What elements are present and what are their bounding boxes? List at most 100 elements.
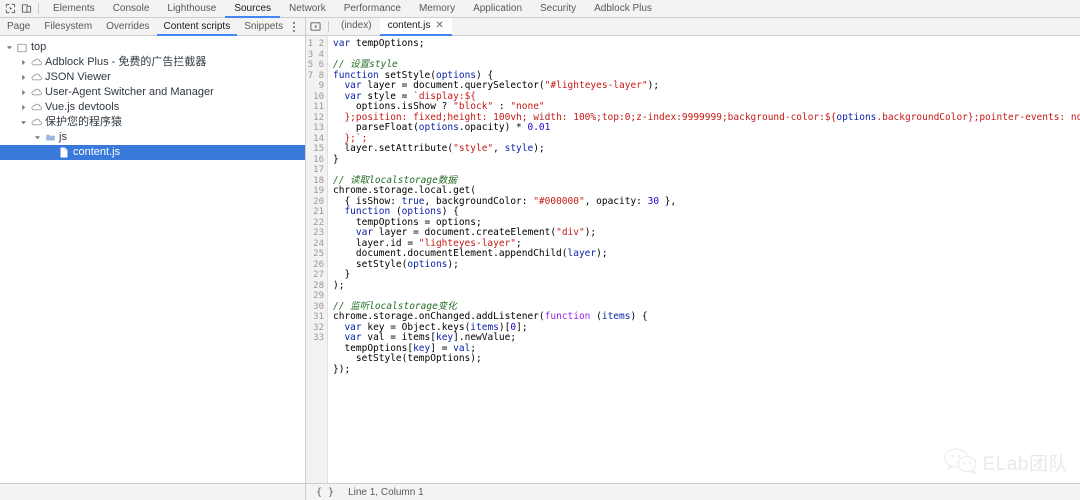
chevron-down-icon[interactable] <box>32 134 43 141</box>
code-line: function setStyle(options) { <box>333 70 493 81</box>
code-line: options.isShow ? "block" : "none" <box>333 101 545 112</box>
tree-item-[interactable]: 保护您的程序猿 <box>0 115 305 130</box>
code-token: 30 <box>647 195 660 207</box>
code-editor[interactable]: 1 2 3 4 5 6 7 8 9 10 11 12 13 14 15 16 1… <box>306 36 1080 483</box>
code-token: options <box>407 258 448 270</box>
tab-adblock-plus[interactable]: Adblock Plus <box>585 0 661 18</box>
code-token: options <box>418 122 459 133</box>
editor-tab-index-label: (index) <box>341 19 372 31</box>
tab-sources[interactable]: Sources <box>225 0 281 18</box>
tree-item-json-viewer[interactable]: JSON Viewer <box>0 70 305 85</box>
navigator-pane: Page Filesystem Overrides Content script… <box>0 18 306 483</box>
tab-lighthouse[interactable]: Lighthouse <box>158 0 225 18</box>
code-token: function <box>333 69 379 81</box>
code-line: { isShow: true, backgroundColor: "#00000… <box>333 196 676 207</box>
code-token: };`; <box>344 132 368 144</box>
more-options-icon[interactable] <box>289 21 299 33</box>
nav-tab-snippets[interactable]: Snippets <box>237 18 290 36</box>
code-line: } <box>333 269 350 280</box>
code-token: ); <box>533 143 545 154</box>
tab-network[interactable]: Network <box>280 0 335 18</box>
nav-tab-content-scripts[interactable]: Content scripts <box>156 18 238 36</box>
tree-item-content-js[interactable]: content.js <box>0 145 305 160</box>
code-token: tempOptions[ <box>333 342 414 354</box>
code-token: };position: fixed;height: 100vh; width: … <box>344 111 837 123</box>
code-line: layer.setAttribute("style", style); <box>333 143 545 154</box>
code-line: // 读取localstorage数据 <box>333 175 457 186</box>
close-icon[interactable]: ✕ <box>435 17 443 35</box>
code-line: } <box>333 154 339 165</box>
nav-tab-page[interactable]: Page <box>0 18 37 36</box>
tab-security[interactable]: Security <box>531 0 585 18</box>
code-line: };position: fixed;height: 100vh; width: … <box>333 112 1080 123</box>
code-token: ) { <box>441 206 459 217</box>
code-line: // 设置style <box>333 59 398 70</box>
tree-item-adblock-plus[interactable]: Adblock Plus - 免费的广告拦截器 <box>0 55 305 70</box>
code-token: // 监听localstorage变化 <box>333 300 457 312</box>
toolbar-divider <box>38 3 39 14</box>
tree-item-label: Vue.js devtools <box>45 101 120 113</box>
tab-application[interactable]: Application <box>464 0 531 18</box>
chevron-right-icon[interactable] <box>18 59 29 66</box>
code-token: key <box>413 342 431 354</box>
chevron-right-icon[interactable] <box>18 104 29 111</box>
code-token: style = <box>361 90 414 102</box>
code-token: "#000000" <box>533 195 585 207</box>
nav-tab-filesystem[interactable]: Filesystem <box>37 18 99 36</box>
code-token: items <box>470 321 499 333</box>
code-token: ; <box>470 342 477 354</box>
code-token: chrome.storage.local.get( <box>333 185 476 196</box>
chevron-down-icon[interactable] <box>18 119 29 126</box>
chevron-right-icon[interactable] <box>18 89 29 96</box>
code-token: options <box>401 206 442 217</box>
code-token: true <box>401 195 425 207</box>
code-line: var val = items[key].newValue; <box>333 332 516 343</box>
code-token: } <box>333 269 351 280</box>
code-token: ; <box>516 237 522 249</box>
file-icon <box>57 147 71 158</box>
editor-tab-index[interactable]: (index) <box>333 18 380 36</box>
tab-elements[interactable]: Elements <box>44 0 104 18</box>
code-token: function <box>544 311 591 322</box>
code-token: , backgroundColor: <box>424 195 534 207</box>
device-toolbar-icon[interactable] <box>19 1 34 16</box>
code-token: layer = document.createElement( <box>373 227 557 238</box>
chevron-down-icon[interactable] <box>4 44 15 51</box>
code-line: setStyle(tempOptions); <box>333 353 482 364</box>
cursor-position-label: Line 1, Column 1 <box>348 486 424 498</box>
code-token: key <box>435 332 454 343</box>
code-token: ].newValue; <box>453 332 517 343</box>
tab-performance[interactable]: Performance <box>335 0 410 18</box>
code-token: .opacity) * <box>458 122 528 133</box>
inspect-element-icon[interactable] <box>3 1 18 16</box>
code-token: key = Object.keys( <box>361 321 471 333</box>
tab-console[interactable]: Console <box>104 0 159 18</box>
content-scripts-tree: top Adblock Plus - 免费的广告拦截器 JSON Viewer Use… <box>0 36 305 483</box>
tree-item-top[interactable]: top <box>0 40 305 55</box>
source-code[interactable]: var tempOptions; // 设置style function set… <box>328 36 1080 483</box>
editor-tab-contentjs[interactable]: content.js ✕ <box>379 17 452 36</box>
tab-memory[interactable]: Memory <box>410 0 464 18</box>
cloud-icon <box>29 87 43 98</box>
code-token: , opacity: <box>584 195 648 207</box>
editor-tabbar: (index) content.js ✕ <box>306 17 1080 36</box>
chevron-right-icon[interactable] <box>18 74 29 81</box>
code-token: ( <box>390 206 402 217</box>
tree-item-js[interactable]: js <box>0 130 305 145</box>
code-token: layer <box>567 248 597 259</box>
editor-tabbar-divider <box>328 21 329 32</box>
code-token: "none" <box>510 101 545 112</box>
show-navigator-icon[interactable] <box>306 18 324 36</box>
code-token: .backgroundColor};pointer-events: none;o… <box>876 111 1080 123</box>
pretty-print-icon[interactable]: { } <box>316 487 334 498</box>
code-token: ); <box>333 279 345 291</box>
cloud-icon <box>29 72 43 83</box>
tree-item-vue-js-devtools[interactable]: Vue.js devtools <box>0 100 305 115</box>
tree-item-user-agent-switcher-and-manager[interactable]: User-Agent Switcher and Manager <box>0 85 305 100</box>
code-token: layer = document.querySelector( <box>361 80 545 91</box>
nav-tab-overrides[interactable]: Overrides <box>99 18 156 36</box>
